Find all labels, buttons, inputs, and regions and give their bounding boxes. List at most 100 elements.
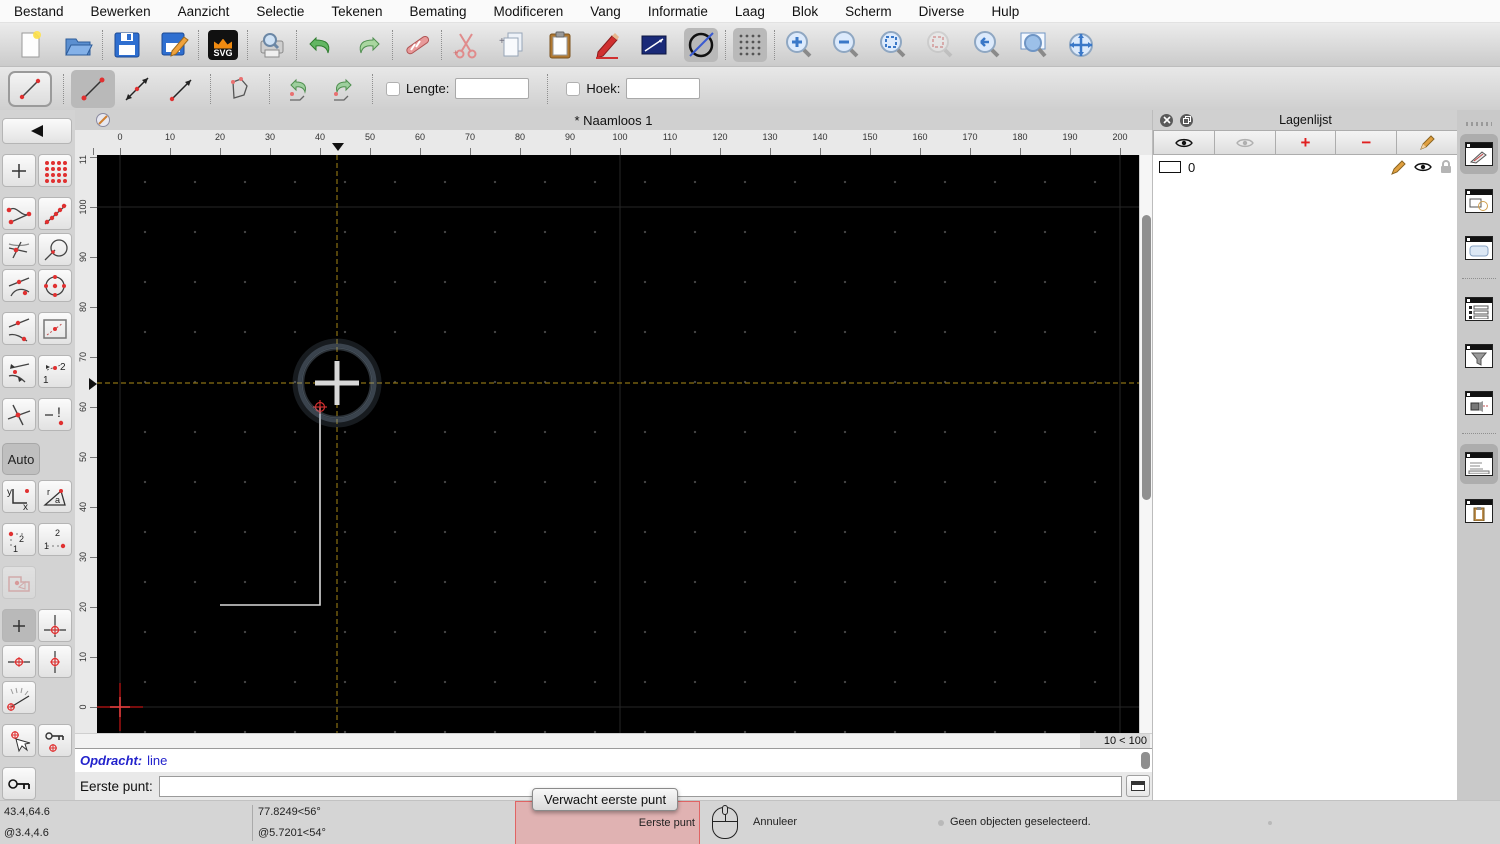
- unlock-relative-zero-button[interactable]: [2, 767, 36, 800]
- menu-item[interactable]: Diverse: [919, 4, 965, 19]
- menu-item[interactable]: Tekenen: [331, 4, 382, 19]
- angle-input[interactable]: [626, 78, 701, 99]
- zoom-in-button[interactable]: [782, 28, 816, 62]
- vertical-scrollbar[interactable]: [1139, 155, 1152, 733]
- select-entities-button[interactable]: [2, 566, 36, 599]
- dock-handle[interactable]: [1465, 122, 1492, 126]
- restrict-horizontal-button[interactable]: [2, 645, 36, 678]
- ray-button[interactable]: [159, 70, 203, 108]
- zoom-previous-button[interactable]: [923, 28, 957, 62]
- drawing-canvas[interactable]: [97, 155, 1139, 733]
- line-attributes-button[interactable]: [637, 28, 671, 62]
- add-layer-button[interactable]: +: [1275, 130, 1337, 155]
- snap-on-entity-button[interactable]: [38, 197, 72, 230]
- new-file-button[interactable]: [14, 28, 48, 62]
- relative-zero-1-button[interactable]: 12: [2, 523, 36, 556]
- horizontal-scrollbar[interactable]: 10 < 100: [75, 733, 1152, 749]
- auto-snap-button[interactable]: Auto: [2, 443, 40, 475]
- menu-item[interactable]: Bemating: [409, 4, 466, 19]
- snap-perpendicular-button[interactable]: [38, 233, 72, 266]
- zoom-window-button[interactable]: [1017, 28, 1051, 62]
- relative-zero-2-button[interactable]: 12: [38, 523, 72, 556]
- coordinate-polar-button[interactable]: ra: [38, 480, 72, 513]
- restrict-orthogonal-button[interactable]: [38, 609, 72, 642]
- dock-list-window-button[interactable]: [1460, 289, 1498, 329]
- menu-item[interactable]: Informatie: [648, 4, 708, 19]
- dock-projector-window-button[interactable]: [1460, 383, 1498, 423]
- snap-intersection-auto-button[interactable]: [2, 233, 36, 266]
- lock-relative-zero-button[interactable]: [38, 724, 72, 757]
- snap-distance-button[interactable]: [38, 312, 72, 345]
- zoom-out-button[interactable]: [829, 28, 863, 62]
- angle-checkbox[interactable]: [566, 81, 581, 96]
- polyline-button[interactable]: [218, 70, 262, 108]
- back-button[interactable]: [2, 118, 72, 144]
- grid-toggle-button[interactable]: [733, 27, 767, 62]
- print-preview-button[interactable]: [255, 28, 289, 62]
- menu-item[interactable]: Laag: [735, 4, 765, 19]
- snap-tangent-button[interactable]: [2, 269, 36, 302]
- redo-button[interactable]: [351, 28, 385, 62]
- length-checkbox[interactable]: [386, 81, 400, 96]
- menu-item[interactable]: Blok: [792, 4, 818, 19]
- layer-color-swatch[interactable]: [1159, 161, 1181, 173]
- remove-layer-button[interactable]: −: [1336, 130, 1398, 155]
- menu-item[interactable]: Bestand: [14, 4, 64, 19]
- zoom-auto-button[interactable]: [876, 28, 910, 62]
- save-as-button[interactable]: [157, 28, 191, 62]
- dock-library-window-button[interactable]: [1460, 228, 1498, 268]
- layer-visibility-icon[interactable]: [1414, 161, 1432, 173]
- snap-middle-button[interactable]: [2, 312, 36, 345]
- zoom-pan-button[interactable]: [1064, 28, 1098, 62]
- line-two-points-button[interactable]: [71, 69, 115, 108]
- polyline-redo-button[interactable]: [321, 70, 365, 108]
- restrict-nothing-button[interactable]: [2, 609, 36, 642]
- zoom-redraw-button[interactable]: [970, 28, 1004, 62]
- panel-float-button[interactable]: [1180, 113, 1193, 127]
- restrict-limit-button[interactable]: !: [38, 398, 72, 431]
- edit-layer-icon[interactable]: [1391, 159, 1406, 175]
- undo-button[interactable]: [304, 28, 338, 62]
- coordinate-cartesian-button[interactable]: yx: [2, 480, 36, 513]
- menu-item[interactable]: Scherm: [845, 4, 892, 19]
- paste-button[interactable]: [543, 28, 577, 62]
- snap-endpoints-button[interactable]: [2, 197, 36, 230]
- snap-sequence-button[interactable]: 12: [38, 355, 72, 388]
- panel-close-button[interactable]: [1160, 113, 1173, 127]
- svg-export-button[interactable]: SVG: [206, 28, 240, 62]
- menu-item[interactable]: Selectie: [256, 4, 304, 19]
- menu-item[interactable]: Bewerken: [91, 4, 151, 19]
- menu-item[interactable]: Vang: [590, 4, 621, 19]
- snap-relative-button[interactable]: [2, 355, 36, 388]
- edit-layer-button[interactable]: [1397, 130, 1458, 155]
- snap-free-button[interactable]: [2, 154, 36, 187]
- snap-intersection-button[interactable]: [2, 398, 36, 431]
- layer-lock-icon[interactable]: [1440, 160, 1452, 174]
- delete-button[interactable]: [400, 28, 434, 62]
- save-button[interactable]: [110, 28, 144, 62]
- angle-snap-button[interactable]: [2, 681, 36, 714]
- menu-item[interactable]: Aanzicht: [178, 4, 230, 19]
- open-file-button[interactable]: [61, 28, 95, 62]
- snap-grid-button[interactable]: [38, 154, 72, 187]
- hide-all-layers-button[interactable]: [1214, 130, 1276, 155]
- cut-button[interactable]: +: [449, 28, 483, 62]
- set-relative-zero-button[interactable]: [2, 724, 36, 757]
- dock-command-window-button[interactable]: [1459, 444, 1498, 484]
- layer-row[interactable]: 0: [1153, 155, 1458, 179]
- pen-attributes-button[interactable]: [590, 28, 624, 62]
- dock-layer-window-button[interactable]: [1459, 134, 1498, 174]
- polyline-undo-button[interactable]: [277, 70, 321, 108]
- vertical-scrollbar-thumb[interactable]: [1142, 215, 1151, 500]
- dock-filter-window-button[interactable]: [1460, 336, 1498, 376]
- show-all-layers-button[interactable]: [1153, 130, 1215, 155]
- command-options-button[interactable]: [1126, 775, 1150, 797]
- draft-mode-button[interactable]: [684, 27, 718, 62]
- snap-center-button[interactable]: [38, 269, 72, 302]
- history-scrollbar-thumb[interactable]: [1141, 752, 1150, 769]
- dock-block-window-button[interactable]: [1460, 181, 1498, 221]
- menu-item[interactable]: Modificeren: [494, 4, 564, 19]
- restrict-vertical-button[interactable]: [38, 645, 72, 678]
- line-infinite-button[interactable]: [115, 70, 159, 108]
- copy-button[interactable]: +: [496, 28, 530, 62]
